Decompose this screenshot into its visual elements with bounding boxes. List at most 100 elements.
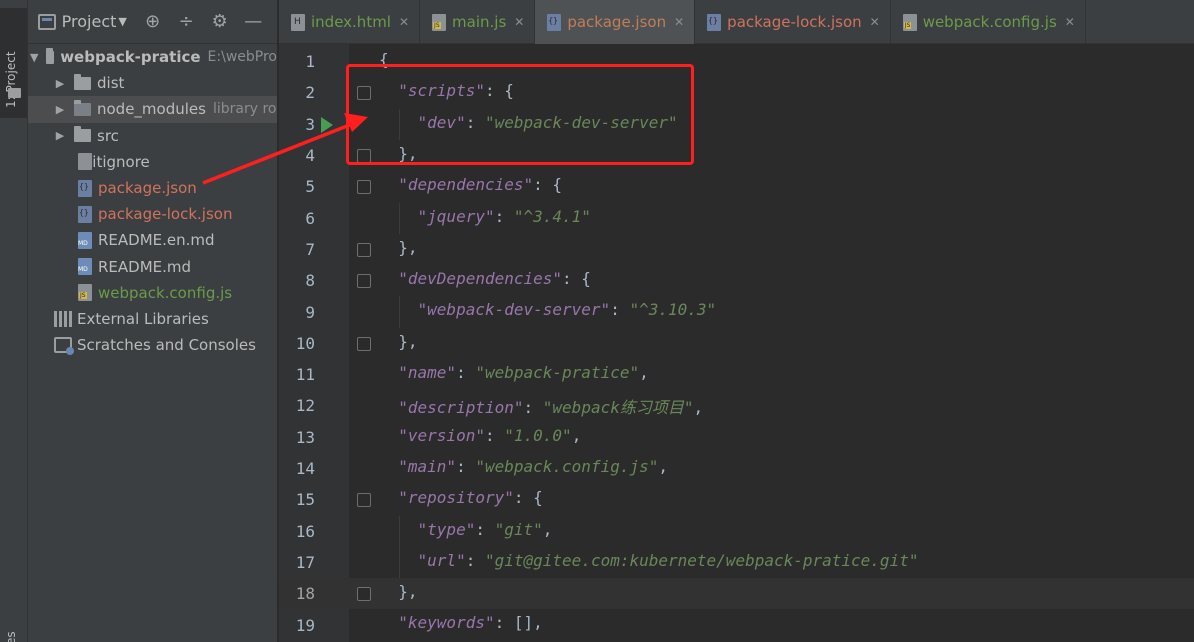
indent-guide [399,202,400,234]
code-text: "devDependencies": { [398,269,591,289]
close-icon[interactable]: ✕ [399,15,409,29]
tree-item-gitignore[interactable]: .gitignore [28,149,277,175]
tree-item-node-modules[interactable]: ▶ node_modules library ro [28,96,277,123]
close-icon[interactable]: ✕ [870,15,880,29]
fold-marker-icon[interactable] [357,336,371,351]
fold-marker-icon[interactable] [357,274,371,289]
line-number: 14 [295,459,315,479]
line-number: 3 [305,114,315,134]
line-number: 13 [295,427,315,447]
fold-marker-icon[interactable] [357,587,371,602]
folder-icon [74,73,91,90]
close-icon[interactable]: ✕ [1065,15,1075,29]
tab-label: package.json [567,13,667,31]
run-script-icon[interactable] [321,116,333,133]
fold-marker-icon[interactable] [357,242,371,257]
code-line[interactable]: 7 }, [279,234,1194,265]
code-line[interactable]: 13 "version": "1.0.0", [279,422,1194,453]
tree-item-label: webpack.config.js [98,283,233,302]
code-text: }, [379,582,418,602]
tree-item-label: dist [97,74,125,93]
line-number: 12 [295,396,315,416]
tree-item-readme[interactable]: README.md [28,254,277,280]
line-number: 8 [305,271,315,291]
code-line[interactable]: 19 "keywords": [], [279,609,1194,640]
project-tool-tab[interactable]: 1: Project [0,8,27,118]
project-view-icon [38,13,56,30]
code-text: "url": "git@gitee.com:kubernete/webpack-… [417,550,919,570]
html-file-icon [291,13,305,31]
tree-item-readme-en[interactable]: README.en.md [28,227,277,253]
tree-item-label: External Libraries [77,309,209,328]
chevron-down-icon[interactable]: ▼ [118,15,126,28]
tree-item-scratches[interactable]: Scratches and Consoles [28,332,277,358]
bottom-tool-tab-label[interactable]: es [4,631,18,642]
folder-icon [8,88,21,98]
code-line[interactable]: 15 "repository": { [279,484,1194,515]
tree-item-src[interactable]: ▶ src [28,123,277,149]
code-line[interactable]: 14 "main": "webpack.config.js", [279,453,1194,484]
tree-item-label: node_modules [97,100,206,119]
tree-item-label: src [97,126,119,145]
code-line[interactable]: 18 }, [279,578,1194,610]
tab-package-json[interactable]: package.json ✕ [535,0,696,44]
line-number: 11 [295,365,315,385]
project-view-selector[interactable]: Project [62,12,117,31]
hide-icon[interactable]: — [243,11,263,32]
file-icon [78,153,92,171]
code-text: "repository": { [398,488,543,508]
chevron-right-icon[interactable]: ▶ [54,129,66,142]
locate-icon[interactable]: ⊕ [143,11,163,32]
tab-label: index.html [311,13,391,31]
tab-webpack-config-js[interactable]: webpack.config.js ✕ [891,0,1086,44]
fold-marker-icon[interactable] [357,180,371,195]
close-icon[interactable]: ✕ [674,15,684,29]
code-line[interactable]: 12 "description": "webpack练习项目", [279,390,1194,421]
tree-item-root[interactable]: ▼ webpack-pratice E:\webPro [28,44,277,70]
chevron-right-icon[interactable]: ▶ [54,77,66,90]
line-number: 16 [295,521,315,541]
tree-item-package-json[interactable]: package.json [28,175,277,201]
tree-item-dist[interactable]: ▶ dist [28,70,277,96]
line-number: 2 [305,83,315,103]
tree-item-package-lock-json[interactable]: package-lock.json [28,201,277,227]
fold-marker-icon[interactable] [357,493,371,508]
code-line[interactable]: 5 "dependencies": { [279,171,1194,202]
code-line[interactable]: 10 }, [279,328,1194,359]
tab-main-js[interactable]: main.js ✕ [420,0,536,44]
chevron-right-icon[interactable]: ▶ [54,103,66,116]
project-tree: ▼ webpack-pratice E:\webPro ▶ dist ▶ nod… [28,44,277,358]
code-line[interactable]: 9 "webpack-dev-server": "^3.10.3" [279,296,1194,327]
project-tool-tab-label: 1: Project [4,51,18,108]
code-line[interactable]: 11 "name": "webpack-pratice", [279,359,1194,390]
tool-window-strip: 1: Project es [0,0,28,642]
close-icon[interactable]: ✕ [514,15,524,29]
chevron-down-icon[interactable]: ▼ [30,51,38,64]
tab-label: package-lock.json [727,13,862,31]
tree-item-path: E:\webPro [207,49,277,66]
library-icon [54,310,72,327]
js-file-icon [432,13,447,31]
editor-tab-bar: index.html ✕ main.js ✕ package.json ✕ pa… [279,0,1194,44]
collapse-all-icon[interactable]: ÷ [176,11,196,32]
markdown-file-icon [78,231,92,249]
js-file-icon [78,284,92,302]
gear-icon[interactable]: ⚙ [210,11,230,32]
tree-item-external-libraries[interactable]: External Libraries [28,306,277,332]
code-text: "jquery": "^3.4.1" [417,206,591,226]
code-line[interactable]: 8 "devDependencies": { [279,265,1194,296]
code-text: "dependencies": { [398,175,563,195]
tree-item-label: README.en.md [98,231,215,250]
code-text: "main": "webpack.config.js", [398,456,669,476]
js-file-icon [902,13,917,31]
tree-item-label: package.json [98,179,197,198]
code-line[interactable]: 17 "url": "git@gitee.com:kubernete/webpa… [279,547,1194,578]
tab-package-lock-json[interactable]: package-lock.json ✕ [695,0,891,44]
project-panel-header: Project ▼ ⊕ ÷ ⚙ — [28,0,277,44]
line-number: 6 [305,208,315,228]
code-line[interactable]: 16 "type": "git", [279,516,1194,547]
tab-index-html[interactable]: index.html ✕ [279,0,421,44]
code-line[interactable]: 6 "jquery": "^3.4.1" [279,203,1194,234]
tree-item-webpack-config[interactable]: webpack.config.js [28,280,277,306]
folder-icon [46,47,55,64]
